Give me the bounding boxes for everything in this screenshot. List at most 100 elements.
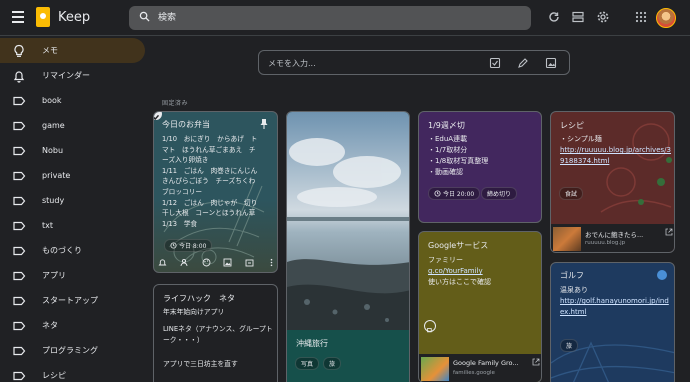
take-note-placeholder[interactable]: メモを入力... [268, 58, 316, 69]
note-card-google[interactable]: Googleサービス ファミリー g.co/YourFamily 使い方はここで… [418, 231, 542, 382]
new-drawing-icon[interactable] [517, 57, 529, 69]
note-body: 温泉あり [560, 286, 588, 294]
open-external-icon[interactable] [665, 228, 673, 236]
note-link[interactable]: http://golf.hanayunomori.jp/index.html [560, 296, 672, 318]
pin-icon[interactable] [259, 118, 269, 130]
sidebar-item-nobu[interactable]: Nobu [0, 138, 145, 163]
top-bar: Keep [0, 0, 690, 36]
sidebar-item-label: アプリ [42, 271, 66, 280]
note-card-golf[interactable]: ゴルフ 温泉あり http://golf.hanayunomori.jp/ind… [550, 262, 675, 382]
main-menu-icon[interactable] [12, 11, 24, 23]
sidebar-item-label: スタートアップ [42, 296, 98, 305]
reminder-chip-label: 今日 8:00 [179, 243, 207, 250]
sidebar-item-apps[interactable]: アプリ [0, 263, 145, 288]
link-preview-thumbnail [421, 357, 449, 381]
lightbulb-icon [14, 44, 24, 57]
sidebar-item-programming[interactable]: プログラミング [0, 338, 145, 363]
link-preview-domain: families.google [453, 370, 495, 376]
label-icon [13, 146, 26, 155]
sidebar-item-label: game [42, 121, 65, 130]
new-checklist-icon[interactable] [489, 57, 501, 69]
sidebar-item-game[interactable]: game [0, 113, 145, 138]
note-title: 沖縄旅行 [296, 339, 328, 348]
sidebar-item-label: private [42, 171, 71, 180]
search-input[interactable] [158, 9, 518, 27]
note-card-lifehack[interactable]: ライフハック ネタ 年末年始向けアプリ LINEネタ（アナウンス、グループトーク… [153, 284, 278, 382]
remind-me-icon[interactable] [158, 258, 167, 267]
label-chip[interactable]: 食試 [559, 187, 584, 200]
note-list-item: ・動画確認 [428, 168, 463, 176]
account-avatar[interactable] [656, 8, 676, 28]
label-icon [13, 171, 26, 180]
link-preview-thumbnail [553, 227, 581, 251]
note-title: レシピ [560, 121, 584, 130]
sidebar-item-txt[interactable]: txt [0, 213, 145, 238]
archive-icon[interactable] [245, 258, 254, 267]
note-card-bento[interactable]: 今日のお弁当 1/10 おにぎり からあげ ト マト ほうれん草ごまあえ チ ー… [153, 111, 278, 273]
sidebar-item-label: レシピ [42, 371, 66, 380]
search-bar[interactable] [129, 6, 531, 30]
label-icon [13, 296, 26, 305]
note-list-item: ・EduA連載 [428, 135, 468, 143]
note-body: 使い方はここで確認 [428, 278, 491, 286]
sidebar-item-reminders[interactable]: リマインダー [0, 63, 145, 88]
label-icon [13, 246, 26, 255]
link-preview[interactable]: おでんに飽きたら... ruuuuu.blog.jp [551, 224, 674, 252]
open-external-icon[interactable] [532, 358, 540, 366]
note-title: Googleサービス [428, 241, 489, 250]
sidebar-item-label: txt [42, 221, 54, 230]
note-list-item: アプリで三日坊主を直す [163, 360, 238, 368]
label-chip[interactable]: 締め切り [481, 187, 518, 200]
label-icon [13, 371, 26, 380]
more-vert-icon[interactable] [267, 258, 276, 267]
label-icon [13, 221, 26, 230]
collaborator-icon[interactable] [180, 258, 189, 267]
note-background-illustration [600, 123, 672, 213]
pinned-section-label: 固定済み [162, 100, 189, 107]
label-chip[interactable]: 旅 [560, 339, 579, 352]
label-chip[interactable]: 写真 [295, 357, 320, 370]
label-chip[interactable]: 旅 [323, 357, 342, 370]
note-link[interactable]: http://ruuuuu.blog.jp/archives/39188374.… [560, 145, 672, 167]
link-preview-domain: ruuuuu.blog.jp [585, 240, 626, 246]
list-view-icon[interactable] [571, 10, 585, 24]
note-card-okinawa[interactable]: 沖縄旅行 写真 旅 [286, 111, 410, 382]
take-note-bar[interactable]: メモを入力... [258, 50, 570, 75]
search-icon[interactable] [139, 11, 150, 22]
sidebar-item-label: ものづくり [42, 246, 82, 255]
note-body: ・シンプル麺 [560, 135, 602, 143]
reminder-chip[interactable]: 今日 20:00 [428, 187, 481, 200]
note-title: 1/9週〆切 [428, 121, 465, 130]
sidebar-item-study[interactable]: study [0, 188, 145, 213]
note-card-deadline[interactable]: 1/9週〆切 ・EduA連載 ・1/7取材分 ・1/8取材写真整理 ・動画確認 … [418, 111, 542, 223]
refresh-icon[interactable] [547, 10, 561, 24]
palette-icon[interactable] [202, 258, 211, 267]
clock-icon [170, 242, 177, 249]
new-image-note-icon[interactable] [545, 57, 557, 69]
link-preview[interactable]: Google Family Gro... families.google [419, 354, 541, 382]
sidebar-item-label: study [42, 196, 65, 205]
sidebar-item-monozukuri[interactable]: ものづくり [0, 238, 145, 263]
settings-gear-icon[interactable] [596, 10, 610, 24]
reminder-chip[interactable]: 今日 8:00 [164, 239, 213, 252]
sidebar-item-label: ネタ [42, 321, 58, 330]
sidebar-item-startup[interactable]: スタートアップ [0, 288, 145, 313]
note-card-recipe[interactable]: レシピ ・シンプル麺 http://ruuuuu.blog.jp/archive… [550, 111, 675, 253]
note-title: 今日のお弁当 [162, 120, 210, 129]
add-image-icon[interactable] [223, 258, 232, 267]
link-preview-title: おでんに飽きたら... [585, 231, 644, 239]
sidebar-item-book[interactable]: book [0, 88, 145, 113]
sidebar-item-memo[interactable]: メモ [0, 38, 145, 63]
app-name[interactable]: Keep [58, 10, 90, 25]
sidebar-item-neta[interactable]: ネタ [0, 313, 145, 338]
sidebar-item-private[interactable]: private [0, 163, 145, 188]
apps-grid-icon[interactable] [634, 10, 648, 24]
select-check-icon[interactable] [154, 112, 162, 121]
note-link[interactable]: g.co/YourFamily [428, 266, 483, 277]
keep-logo-icon [36, 7, 50, 27]
sidebar-item-recipe[interactable]: レシピ [0, 363, 145, 382]
sidebar: メモ リマインダー book game Nobu private study t… [0, 36, 150, 382]
label-icon [13, 196, 26, 205]
reminder-icon[interactable] [424, 320, 436, 333]
note-list-item: LINEネタ（アナウンス、グループトーク・・・） [163, 325, 273, 344]
